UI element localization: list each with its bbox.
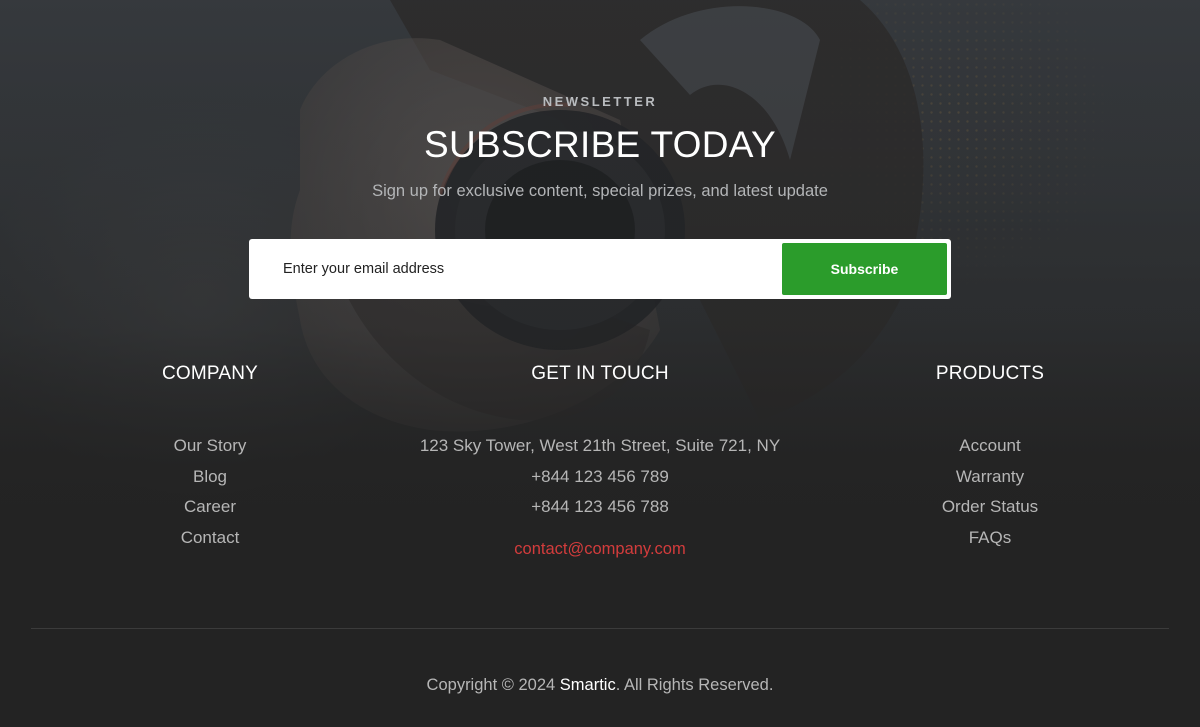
get-in-touch-heading: GET IN TOUCH bbox=[531, 363, 669, 384]
list-item: Our Story bbox=[110, 431, 310, 462]
link-order-status[interactable]: Order Status bbox=[942, 497, 1038, 516]
brand-name: Smartic bbox=[559, 676, 616, 694]
newsletter-footer-section: NEWSLETTER SUBSCRIBE TODAY Sign up for e… bbox=[0, 0, 1200, 727]
footer-column-get-in-touch: GET IN TOUCH 123 Sky Tower, West 21th St… bbox=[380, 362, 820, 559]
list-item: Career bbox=[110, 492, 310, 523]
link-contact[interactable]: Contact bbox=[181, 528, 240, 547]
link-career[interactable]: Career bbox=[184, 497, 236, 516]
list-item: Warranty bbox=[890, 462, 1090, 493]
footer-column-company: COMPANY Our Story Blog Career Contact bbox=[110, 362, 310, 553]
list-item: Contact bbox=[110, 523, 310, 554]
link-faqs[interactable]: FAQs bbox=[969, 528, 1012, 547]
link-account[interactable]: Account bbox=[959, 436, 1020, 455]
list-item: Order Status bbox=[890, 492, 1090, 523]
contact-email-link[interactable]: contact@company.com bbox=[380, 540, 820, 559]
products-heading: PRODUCTS bbox=[935, 363, 1045, 384]
address-text: 123 Sky Tower, West 21th Street, Suite 7… bbox=[419, 436, 781, 455]
subscribe-button[interactable]: Subscribe bbox=[782, 243, 947, 295]
phone-secondary: +844 123 456 788 bbox=[531, 497, 669, 516]
link-blog[interactable]: Blog bbox=[193, 467, 227, 486]
list-item: FAQs bbox=[890, 523, 1090, 554]
copyright-suffix: . All Rights Reserved. bbox=[615, 676, 774, 694]
link-our-story[interactable]: Our Story bbox=[174, 436, 247, 455]
phone-primary: +844 123 456 789 bbox=[531, 466, 669, 486]
newsletter-eyebrow: NEWSLETTER bbox=[542, 94, 658, 109]
copyright-text: Copyright © 2024 Smartic. All Rights Res… bbox=[0, 676, 1200, 695]
footer-column-products: PRODUCTS Account Warranty Order Status F… bbox=[890, 362, 1090, 553]
newsletter-title: SUBSCRIBE TODAY bbox=[424, 124, 776, 165]
link-warranty[interactable]: Warranty bbox=[956, 467, 1024, 486]
email-input[interactable] bbox=[249, 239, 779, 299]
list-item: Account bbox=[890, 431, 1090, 462]
copyright-prefix: Copyright © 2024 bbox=[426, 676, 560, 694]
footer-divider bbox=[31, 628, 1169, 629]
products-links: Account Warranty Order Status FAQs bbox=[890, 431, 1090, 553]
company-heading: COMPANY bbox=[161, 363, 259, 384]
list-item: Blog bbox=[110, 462, 310, 493]
newsletter-subtitle: Sign up for exclusive content, special p… bbox=[372, 182, 828, 200]
subscribe-form: Subscribe bbox=[249, 239, 951, 299]
contact-details: 123 Sky Tower, West 21th Street, Suite 7… bbox=[380, 431, 820, 523]
company-links: Our Story Blog Career Contact bbox=[110, 431, 310, 553]
